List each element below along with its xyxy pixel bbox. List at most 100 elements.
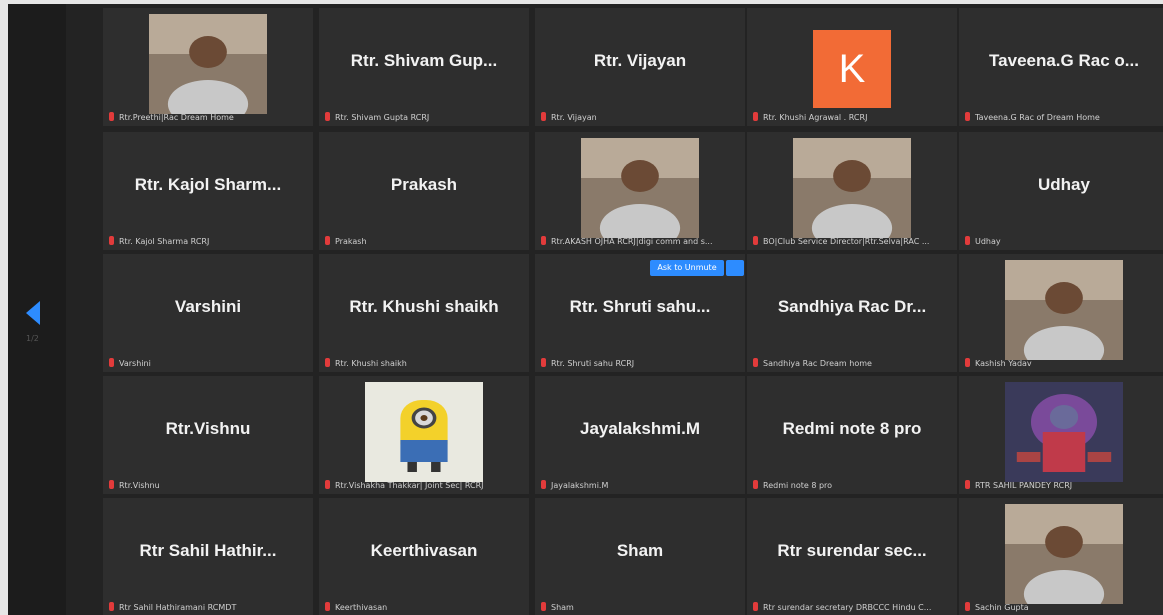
participant-label: Rtr.Preethi|Rac Dream Home: [109, 112, 309, 122]
participant-tile[interactable]: Rtr surendar sec... Rtr surendar secretar…: [747, 498, 957, 615]
participant-tile[interactable]: Sachin Gupta: [959, 498, 1163, 615]
participant-label: Sham: [541, 602, 741, 612]
participant-name-text: Rtr.AKASH OJHA RCRJ|digi comm and s...: [551, 237, 713, 246]
participant-display-name: Varshini: [174, 297, 242, 316]
participant-name-text: Rtr. Khushi Agrawal . RCRJ: [763, 113, 868, 122]
participant-display-name: Rtr. Shruti sahu...: [569, 297, 711, 316]
participant-name-text: Rtr. Khushi shaikh: [335, 359, 407, 368]
participant-label: Rtr.AKASH OJHA RCRJ|digi comm and s...: [541, 236, 741, 246]
participant-tile[interactable]: Prakash Prakash: [319, 132, 529, 250]
participant-display-name: Udhay: [1038, 175, 1090, 194]
participant-tile[interactable]: Rtr. Kajol Sharm... Rtr. Kajol Sharma RCR…: [103, 132, 313, 250]
participant-label: Prakash: [325, 236, 525, 246]
ask-to-unmute-button[interactable]: Ask to Unmute: [650, 260, 724, 276]
participant-name-text: Sachin Gupta: [975, 603, 1029, 612]
participant-label: Kashish Yadav: [965, 358, 1163, 368]
participant-video: [149, 14, 267, 114]
participant-display-name: Rtr surendar sec...: [777, 541, 927, 560]
participant-tile[interactable]: K Rtr. Khushi Agrawal . RCRJ: [747, 8, 957, 126]
video-frame: [1005, 382, 1123, 482]
participant-name-text: Rtr. Kajol Sharma RCRJ: [119, 237, 210, 246]
participant-name-text: Sham: [551, 603, 574, 612]
participant-tile[interactable]: Rtr. Khushi shaikh Rtr. Khushi shaikh: [319, 254, 529, 372]
previous-page-button[interactable]: [24, 300, 42, 326]
participant-tile[interactable]: Rtr Sahil Hathir... Rtr Sahil Hathiramani…: [103, 498, 313, 615]
participant-name-text: Varshini: [119, 359, 151, 368]
meeting-window: 1/2 Rtr.Preethi|Rac Dream Home Rtr. Shiva…: [8, 4, 1163, 615]
participant-label: Rtr Sahil Hathiramani RCMDT: [109, 602, 309, 612]
mic-muted-icon: [109, 358, 114, 367]
participant-video: [1005, 504, 1123, 604]
participant-name-text: Prakash: [335, 237, 367, 246]
participant-tile[interactable]: RTR SAHIL PANDEY RCRJ: [959, 376, 1163, 494]
participant-name-text: Jayalakshmi.M: [551, 481, 609, 490]
mic-muted-icon: [325, 358, 330, 367]
mic-muted-icon: [965, 236, 970, 245]
participant-name-text: Rtr Sahil Hathiramani RCMDT: [119, 603, 237, 612]
minion-image: [365, 382, 483, 482]
participant-label: Varshini: [109, 358, 309, 368]
participant-label: Udhay: [965, 236, 1163, 246]
participant-label: Rtr. Shruti sahu RCRJ: [541, 358, 741, 368]
mic-muted-icon: [965, 112, 970, 121]
video-frame: [1005, 260, 1123, 360]
mic-muted-icon: [965, 480, 970, 489]
mic-muted-icon: [325, 112, 330, 121]
participant-tile[interactable]: Taveena.G Rac o... Taveena.G Rac of Dream…: [959, 8, 1163, 126]
mic-muted-icon: [109, 236, 114, 245]
participant-name-text: Taveena.G Rac of Dream Home: [975, 113, 1100, 122]
mic-muted-icon: [965, 358, 970, 367]
participant-video: [581, 138, 699, 238]
participant-name-text: Rtr surendar secretary DRBCCC Hindu C...: [763, 603, 932, 612]
participant-tile[interactable]: Rtr.Vishakha Thakkar| Joint Sec| RCRJ: [319, 376, 529, 494]
participant-tile[interactable]: Sham Sham: [535, 498, 745, 615]
mic-muted-icon: [541, 112, 546, 121]
video-frame: [581, 138, 699, 238]
participant-tile[interactable]: Varshini Varshini: [103, 254, 313, 372]
participant-tile[interactable]: Redmi note 8 pro Redmi note 8 pro: [747, 376, 957, 494]
mic-muted-icon: [753, 358, 758, 367]
participant-label: Rtr.Vishnu: [109, 480, 309, 490]
participant-tile[interactable]: Sandhiya Rac Dr... Sandhiya Rac Dream hom…: [747, 254, 957, 372]
participant-label: Rtr. Kajol Sharma RCRJ: [109, 236, 309, 246]
participant-label: RTR SAHIL PANDEY RCRJ: [965, 480, 1163, 490]
participant-name-text: Rtr. Vijayan: [551, 113, 597, 122]
participant-tile[interactable]: Rtr. Shivam Gup... Rtr. Shivam Gupta RCRJ: [319, 8, 529, 126]
mic-muted-icon: [541, 602, 546, 611]
participant-tile[interactable]: BO|Club Service Director|Rtr.Selva|RAC .…: [747, 132, 957, 250]
participant-tile[interactable]: Udhay Udhay: [959, 132, 1163, 250]
participant-tile[interactable]: Jayalakshmi.M Jayalakshmi.M: [535, 376, 745, 494]
participant-display-name: Redmi note 8 pro: [782, 419, 922, 438]
participant-name-text: Kashish Yadav: [975, 359, 1032, 368]
participant-display-name: Jayalakshmi.M: [579, 419, 700, 438]
participant-name-text: Sandhiya Rac Dream home: [763, 359, 872, 368]
mic-muted-icon: [753, 236, 758, 245]
more-options-button[interactable]: [726, 260, 744, 276]
participant-video: [793, 138, 911, 238]
mic-muted-icon: [109, 112, 114, 121]
participant-name-text: Rtr.Vishnu: [119, 481, 160, 490]
left-gutter: 1/2: [8, 4, 66, 615]
participant-tile[interactable]: Kashish Yadav: [959, 254, 1163, 372]
participant-name-text: Rtr.Preethi|Rac Dream Home: [119, 113, 234, 122]
mic-muted-icon: [325, 602, 330, 611]
participant-label: Rtr. Khushi shaikh: [325, 358, 525, 368]
participant-label: Rtr. Vijayan: [541, 112, 741, 122]
avatar-letter: K: [813, 30, 891, 108]
participant-tile[interactable]: Rtr. Vijayan Rtr. Vijayan: [535, 8, 745, 126]
participant-name-text: Rtr. Shruti sahu RCRJ: [551, 359, 635, 368]
participant-label: Sandhiya Rac Dream home: [753, 358, 953, 368]
participant-display-name: Rtr. Kajol Sharm...: [134, 175, 282, 194]
participant-tile[interactable]: Keerthivasan Keerthivasan: [319, 498, 529, 615]
mic-muted-icon: [541, 358, 546, 367]
participant-label: Keerthivasan: [325, 602, 525, 612]
chevron-left-icon: [26, 301, 40, 325]
video-frame: [793, 138, 911, 238]
participant-tile[interactable]: Rtr.Vishnu Rtr.Vishnu: [103, 376, 313, 494]
participant-tile[interactable]: Rtr.Preethi|Rac Dream Home: [103, 8, 313, 126]
participant-tile[interactable]: Rtr.AKASH OJHA RCRJ|digi comm and s...: [535, 132, 745, 250]
participant-name-text: Keerthivasan: [335, 603, 388, 612]
participant-label: Rtr. Shivam Gupta RCRJ: [325, 112, 525, 122]
participant-label: Rtr surendar secretary DRBCCC Hindu C...: [753, 602, 953, 612]
participant-name-text: Rtr.Vishakha Thakkar| Joint Sec| RCRJ: [335, 481, 484, 490]
